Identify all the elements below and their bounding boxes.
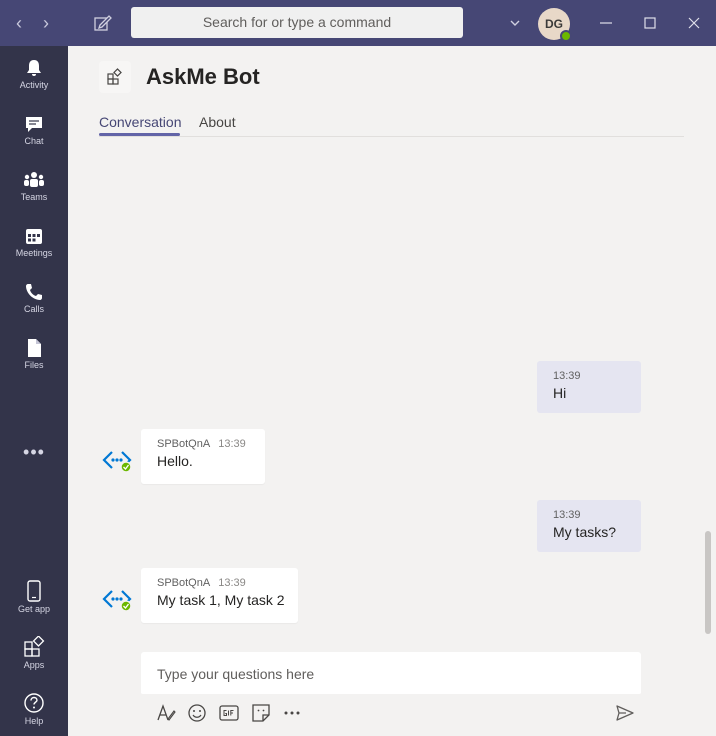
rail-item-chat[interactable]: Chat bbox=[0, 114, 68, 166]
my-message[interactable]: 13:39 Hi bbox=[537, 361, 641, 413]
maximize-icon[interactable] bbox=[639, 12, 661, 34]
rail-label: Meetings bbox=[15, 248, 53, 258]
message-header: SPBotQnA 13:39 bbox=[157, 438, 265, 450]
phone-icon bbox=[26, 284, 42, 300]
bot-avatar-icon[interactable] bbox=[101, 583, 133, 615]
rail-item-activity[interactable]: Activity bbox=[0, 58, 68, 110]
file-icon bbox=[28, 339, 41, 357]
presence-available-icon bbox=[560, 30, 572, 42]
search-input[interactable]: Search for or type a command bbox=[131, 7, 463, 38]
message-input[interactable] bbox=[157, 664, 617, 684]
app-rail: Activity Chat Teams Meetings Calls Files… bbox=[0, 46, 68, 736]
avatar-initials: DG bbox=[545, 17, 563, 31]
message-text: Hi bbox=[553, 385, 567, 401]
avatar[interactable]: DG bbox=[538, 8, 572, 42]
emoji-icon[interactable] bbox=[186, 702, 208, 724]
rail-label: Help bbox=[24, 716, 44, 726]
apps-icon bbox=[107, 68, 122, 85]
back-arrow-icon[interactable]: ‹ bbox=[9, 13, 29, 33]
apps-icon bbox=[24, 636, 45, 657]
bot-message[interactable]: SPBotQnA 13:39 Hello. bbox=[141, 429, 265, 484]
my-message[interactable]: 13:39 My tasks? bbox=[537, 500, 641, 552]
close-icon[interactable] bbox=[683, 12, 705, 34]
message-sender: SPBotQnA bbox=[157, 438, 211, 450]
calendar-icon bbox=[26, 229, 42, 244]
rail-item-calls[interactable]: Calls bbox=[0, 282, 68, 334]
teams-icon bbox=[24, 172, 44, 187]
message-time: 13:39 bbox=[218, 438, 246, 450]
more-apps-icon[interactable]: ••• bbox=[0, 442, 68, 463]
forward-arrow-icon[interactable]: › bbox=[36, 13, 56, 33]
message-text: My tasks? bbox=[553, 524, 617, 540]
compose-icon[interactable] bbox=[93, 13, 113, 33]
format-icon[interactable] bbox=[155, 702, 177, 724]
rail-item-get-app[interactable]: Get app bbox=[0, 580, 68, 632]
message-time: 13:39 bbox=[553, 370, 581, 382]
rail-item-teams[interactable]: Teams bbox=[0, 170, 68, 222]
rail-label: Files bbox=[24, 360, 44, 370]
mobile-icon bbox=[27, 580, 41, 602]
rail-item-apps[interactable]: Apps bbox=[0, 636, 68, 688]
bell-icon bbox=[27, 60, 41, 76]
title-bar: ‹ › Search for or type a command DG bbox=[0, 0, 716, 46]
rail-label: Chat bbox=[24, 136, 44, 146]
compose-box[interactable] bbox=[141, 652, 641, 696]
minimize-icon[interactable] bbox=[595, 12, 617, 34]
tab-about[interactable]: About bbox=[199, 114, 236, 130]
more-options-icon[interactable] bbox=[281, 702, 303, 724]
sticker-icon[interactable] bbox=[250, 702, 272, 724]
send-icon[interactable] bbox=[614, 702, 636, 724]
rail-label: Teams bbox=[20, 192, 48, 202]
bot-avatar-icon[interactable] bbox=[101, 444, 133, 476]
message-text: My task 1, My task 2 bbox=[157, 592, 285, 608]
chat-icon bbox=[26, 117, 42, 132]
message-time: 13:39 bbox=[553, 509, 581, 521]
help-icon bbox=[24, 693, 44, 713]
rail-label: Calls bbox=[23, 304, 44, 314]
gif-icon[interactable] bbox=[218, 702, 240, 724]
message-sender: SPBotQnA bbox=[157, 577, 211, 589]
bot-app-icon bbox=[99, 61, 131, 93]
rail-label: Get app bbox=[17, 604, 51, 614]
tab-conversation[interactable]: Conversation bbox=[99, 114, 182, 130]
chevron-down-icon[interactable] bbox=[506, 14, 524, 32]
message-header: SPBotQnA 13:39 bbox=[157, 577, 298, 589]
bot-message[interactable]: SPBotQnA 13:39 My task 1, My task 2 bbox=[141, 568, 298, 623]
rail-item-files[interactable]: Files bbox=[0, 338, 68, 390]
rail-item-help[interactable]: Help bbox=[0, 692, 68, 736]
scrollbar-thumb[interactable] bbox=[705, 531, 711, 634]
message-text: Hello. bbox=[157, 453, 193, 469]
header-divider bbox=[99, 136, 684, 137]
page-title: AskMe Bot bbox=[146, 64, 260, 89]
rail-label: Activity bbox=[19, 80, 49, 90]
rail-item-meetings[interactable]: Meetings bbox=[0, 226, 68, 278]
rail-label: Apps bbox=[23, 660, 45, 670]
message-time: 13:39 bbox=[218, 577, 246, 589]
